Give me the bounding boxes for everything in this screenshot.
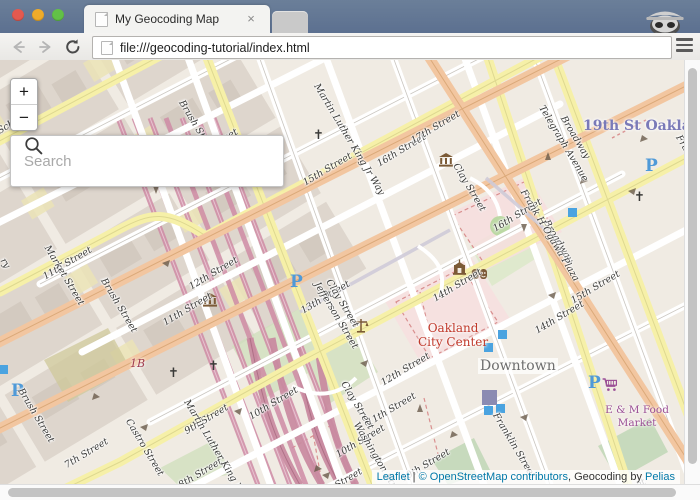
parking-icon: P (588, 373, 601, 393)
page-document-icon (101, 40, 113, 55)
attribution-geocoding-text: , Geocoding by (567, 471, 646, 483)
minimize-window-button[interactable] (32, 9, 44, 21)
new-tab-button[interactable] (272, 11, 308, 33)
horizontal-scrollbar[interactable] (0, 484, 700, 500)
tab-title: My Geocoding Map (115, 12, 220, 26)
parking-icon: P (11, 381, 24, 401)
magnifier-icon (25, 137, 43, 155)
attribution-pelias-link[interactable]: Pelias (645, 471, 675, 483)
attribution-osm-link[interactable]: © OpenStreetMap contributors (419, 471, 568, 483)
maximize-window-button[interactable] (52, 9, 64, 21)
back-arrow-icon[interactable] (10, 38, 28, 56)
attribution-separator: | (409, 471, 419, 483)
browser-window: My Geocoding Map × file:///geocoding-tut… (0, 0, 700, 500)
zoom-in-button[interactable]: + (11, 79, 37, 105)
tab-close-icon[interactable]: × (245, 12, 257, 25)
close-window-button[interactable] (12, 9, 24, 21)
window-traffic-lights (12, 9, 64, 21)
parking-icon: P (290, 272, 303, 292)
page-viewport: ✝ ✝ ✝ ✝ P P P P 15th Street 16th Street … (0, 60, 700, 500)
attribution-leaflet-link[interactable]: Leaflet (377, 471, 410, 483)
leaflet-map[interactable]: ✝ ✝ ✝ ✝ P P P P 15th Street 16th Street … (0, 60, 690, 485)
horizontal-scrollbar-thumb[interactable] (8, 488, 676, 497)
search-input[interactable] (22, 151, 273, 171)
tab-my-geocoding-map[interactable]: My Geocoding Map × (84, 5, 270, 33)
vertical-scrollbar-thumb[interactable] (688, 68, 697, 464)
browser-toolbar: file:///geocoding-tutorial/index.html (0, 33, 700, 61)
incognito-spy-icon (646, 11, 684, 36)
vertical-scrollbar[interactable] (684, 60, 700, 485)
attribution-osm-label: OpenStreetMap contributors (429, 471, 568, 483)
address-bar-url: file:///geocoding-tutorial/index.html (120, 40, 310, 55)
address-bar[interactable]: file:///geocoding-tutorial/index.html (92, 36, 672, 59)
reload-icon[interactable] (64, 38, 82, 56)
scrollbar-corner (685, 485, 700, 500)
parking-icon: P (645, 156, 658, 176)
attribution-copyright-symbol: © (418, 471, 430, 483)
forward-arrow-icon[interactable] (36, 38, 54, 56)
hamburger-menu-icon[interactable] (676, 38, 693, 55)
title-bar: My Geocoding Map × (0, 0, 700, 36)
geocoder-search-box[interactable] (10, 135, 284, 187)
tab-favicon-icon (95, 11, 108, 27)
zoom-out-button[interactable]: − (11, 105, 37, 130)
map-zoom-control: + − (10, 78, 38, 131)
map-attribution: Leaflet | © OpenStreetMap contributors, … (371, 470, 680, 485)
map-tiles (0, 60, 690, 485)
